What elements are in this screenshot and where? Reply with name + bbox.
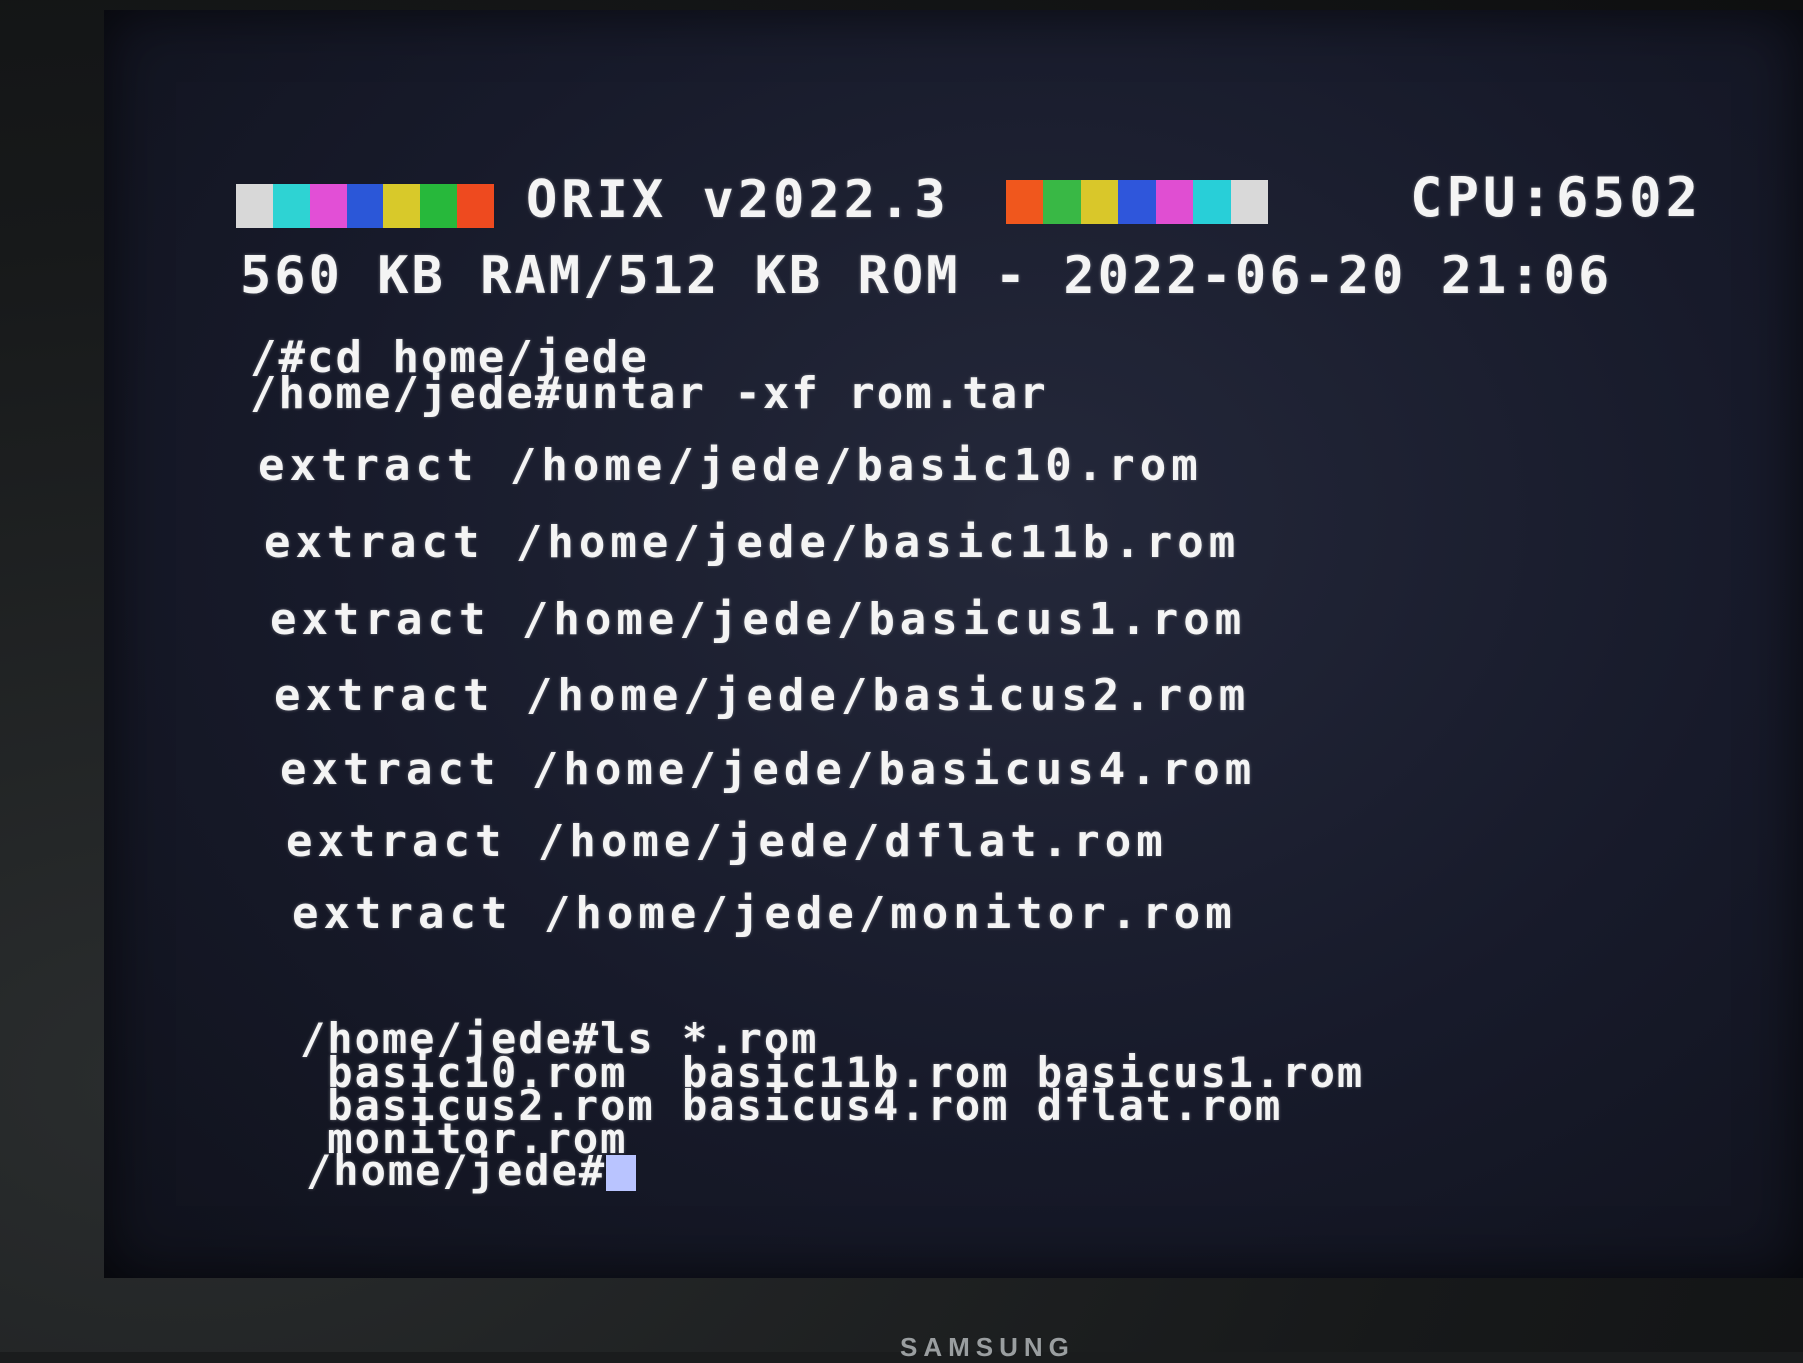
color-stripe [383,184,421,228]
color-stripe [1080,180,1119,224]
color-bar-right [1006,180,1268,224]
extract-line: extract /home/jede/dflat.rom [286,816,1168,867]
extract-line: extract /home/jede/basicus4.rom [280,744,1257,795]
shell-prompt[interactable]: /home/jede# [306,1146,637,1195]
prompt-text: /home/jede# [306,1146,607,1195]
extract-line: extract /home/jede/basic10.rom [258,440,1203,491]
memory-date-line: 560 KB RAM/512 KB ROM - 2022-06-20 21:06 [240,246,1613,306]
terminal-screen[interactable]: ORIX v2022.3 CPU:6502 560 KB RAM/512 KB … [104,10,1803,1278]
extract-line: extract /home/jede/monitor.rom [292,888,1237,939]
color-stripe [346,184,384,228]
extract-line: extract /home/jede/basic11b.rom [264,517,1241,568]
color-stripe [1230,180,1268,224]
text-cursor[interactable] [606,1155,637,1191]
cpu-label: CPU:6502 [1410,166,1703,229]
color-stripe [1118,180,1156,224]
color-stripe [1193,180,1231,224]
color-stripe [309,184,347,228]
monitor-brand-logo: SAMSUNG [900,1332,1075,1362]
extract-line: extract /home/jede/basicus1.rom [270,594,1247,645]
extract-line: extract /home/jede/basicus2.rom [274,670,1251,721]
color-stripe [236,184,273,228]
color-stripe [457,184,495,228]
color-stripe [1155,180,1194,224]
os-title: ORIX v2022.3 [526,170,950,230]
color-bar-left [236,184,495,228]
color-stripe [1043,180,1081,224]
color-stripe [420,184,458,228]
color-stripe [272,184,310,228]
command-untar: /home/jede#untar -xf rom.tar [250,368,1048,419]
color-stripe [1006,180,1044,224]
